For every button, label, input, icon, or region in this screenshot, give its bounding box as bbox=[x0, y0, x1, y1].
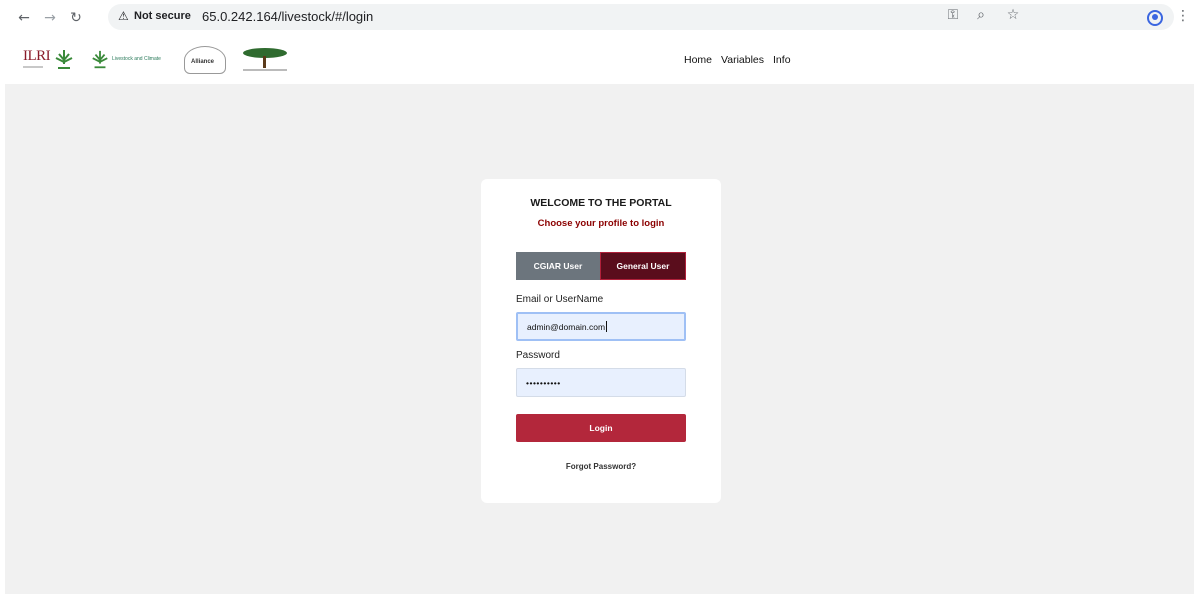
menu-icon[interactable]: ⋮ bbox=[1176, 8, 1190, 24]
site-header: ILRI Livestock and Climate Alliance Home… bbox=[5, 36, 1194, 84]
url-text[interactable]: 65.0.242.164/livestock/#/login bbox=[202, 9, 373, 24]
warning-icon[interactable]: ⚠ bbox=[118, 9, 129, 23]
browser-toolbar: ← → ↻ ⚠ Not secure 65.0.242.164/livestoc… bbox=[0, 0, 1199, 36]
main-nav: Home Variables Info bbox=[684, 54, 791, 66]
back-icon[interactable]: ← bbox=[12, 6, 36, 30]
email-field[interactable]: admin@domain.com bbox=[516, 312, 686, 341]
profile-toggle: CGIAR User General User bbox=[516, 252, 686, 280]
nav-home[interactable]: Home bbox=[684, 54, 712, 66]
forward-icon[interactable]: → bbox=[38, 6, 62, 30]
cgiar-leaf-icon bbox=[92, 50, 108, 69]
password-field[interactable]: •••••••••• bbox=[516, 368, 686, 397]
reload-icon[interactable]: ↻ bbox=[64, 6, 88, 30]
zoom-icon[interactable]: ⌕ bbox=[972, 6, 990, 24]
page-body: WELCOME TO THE PORTAL Choose your profil… bbox=[5, 84, 1194, 594]
email-label: Email or UserName bbox=[516, 294, 604, 305]
login-button[interactable]: Login bbox=[516, 414, 686, 442]
key-icon[interactable]: ⚿ bbox=[944, 6, 962, 24]
security-label[interactable]: Not secure bbox=[134, 10, 191, 22]
cgiar-livestock-climate-logo: Livestock and Climate bbox=[90, 48, 170, 72]
password-label: Password bbox=[516, 350, 560, 361]
login-subtitle: Choose your profile to login bbox=[537, 218, 665, 229]
profile-icon[interactable] bbox=[1147, 10, 1163, 26]
star-icon[interactable]: ☆ bbox=[1004, 6, 1022, 24]
cgiar-logo bbox=[55, 50, 73, 69]
login-title: WELCOME TO THE PORTAL bbox=[530, 197, 672, 209]
tab-general-user[interactable]: General User bbox=[600, 252, 686, 280]
alliance-logo: Alliance bbox=[184, 46, 226, 74]
login-card: WELCOME TO THE PORTAL Choose your profil… bbox=[481, 179, 721, 503]
forgot-password-link[interactable]: Forgot Password? bbox=[481, 462, 721, 471]
nav-info[interactable]: Info bbox=[773, 54, 791, 66]
nav-variables[interactable]: Variables bbox=[721, 54, 764, 66]
tree-logo bbox=[243, 48, 287, 71]
tab-cgiar-user[interactable]: CGIAR User bbox=[516, 252, 600, 280]
